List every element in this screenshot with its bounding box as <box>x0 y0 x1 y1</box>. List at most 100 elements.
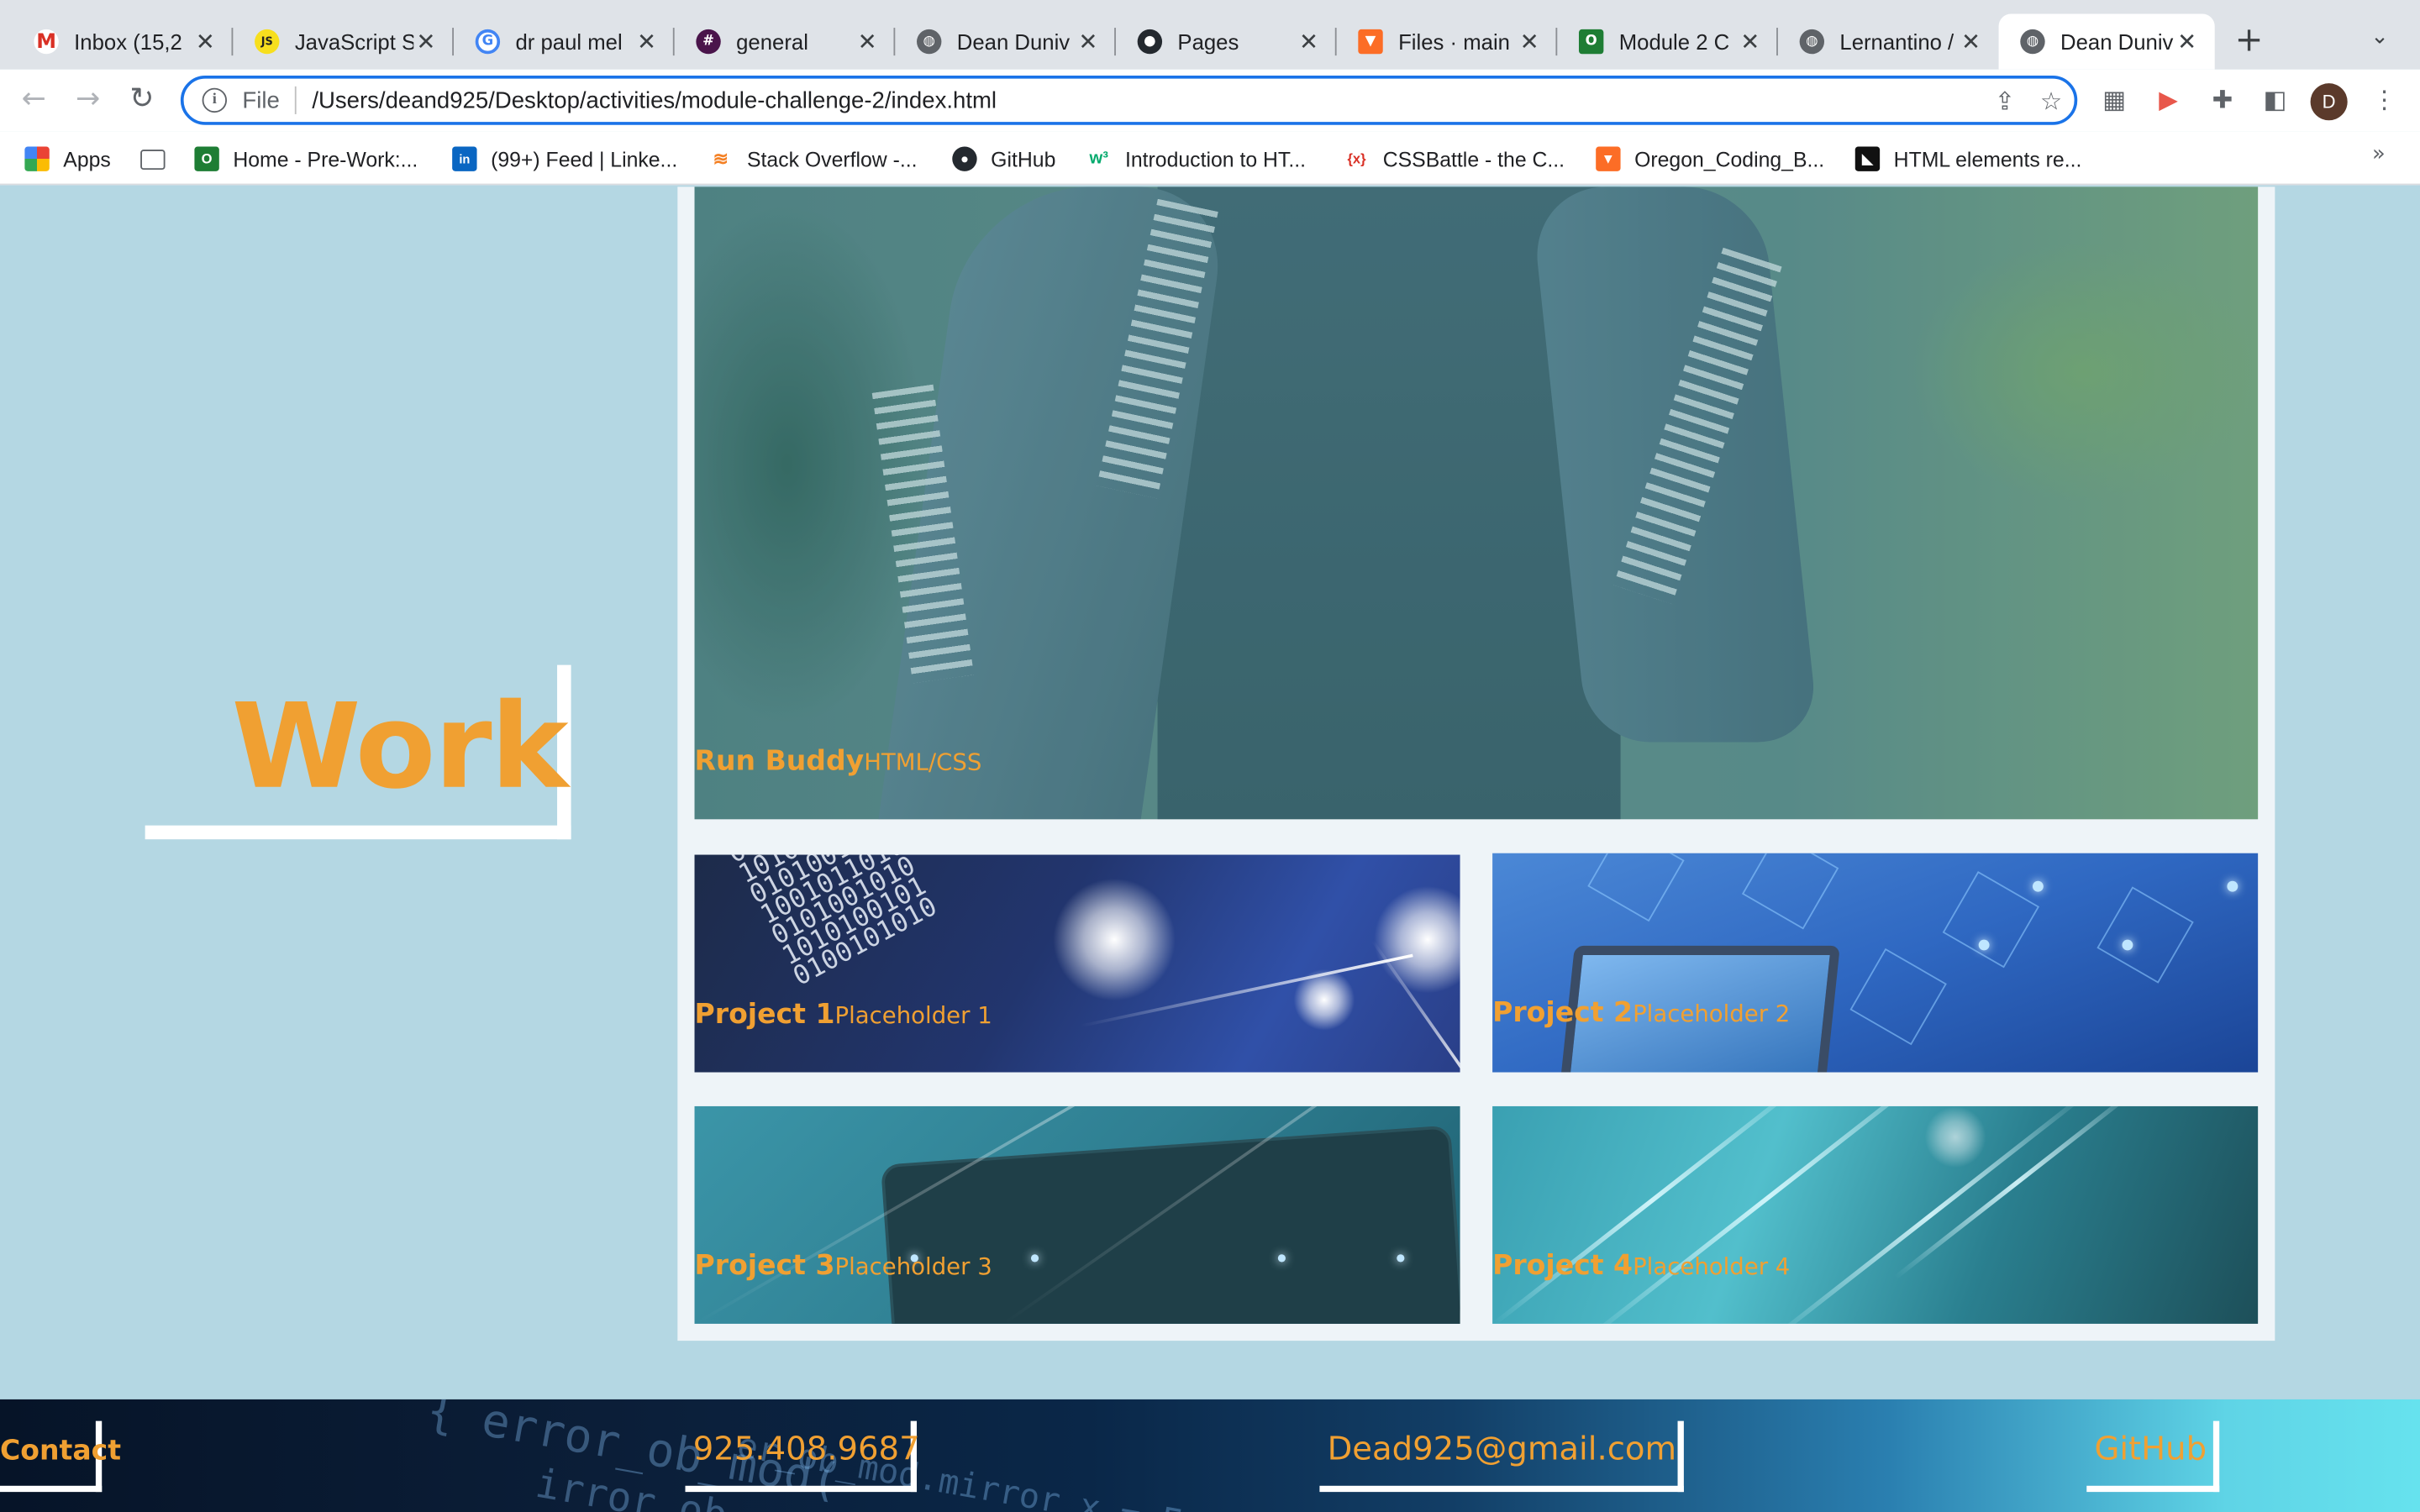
hex-graphic <box>1587 853 1685 922</box>
tab-title: general <box>736 29 808 55</box>
cssbattle-icon: {x} <box>1344 146 1370 171</box>
bookmark-item[interactable]: ▼ Oregon_Coding_B... <box>1596 144 1824 175</box>
address-bar[interactable]: i File /Users/deand925/Desktop/activitie… <box>180 76 2078 125</box>
contact-link[interactable]: Contact <box>0 1420 121 1493</box>
project-caption: Project 1Placeholder 1 <box>695 998 992 1031</box>
project-card[interactable]: Project 2Placeholder 2 <box>1492 853 2259 1073</box>
side-panel-icon[interactable]: ◧ <box>2260 85 2291 116</box>
browser-tab[interactable]: ◍ Lernantino / ✕ <box>1778 14 1999 70</box>
close-tab-icon[interactable]: ✕ <box>1518 28 1542 55</box>
close-tab-icon[interactable]: ✕ <box>193 28 218 55</box>
hex-graphic <box>1741 853 1839 930</box>
project-caption: Run BuddyHTML/CSS <box>695 745 982 778</box>
project-card[interactable]: Project 3Placeholder 3 <box>694 1105 1460 1324</box>
close-tab-icon[interactable]: ✕ <box>2175 28 2199 55</box>
more-menu-icon[interactable]: ⋮ <box>2369 85 2400 116</box>
new-tab-button[interactable]: + <box>2235 22 2264 60</box>
project-caption: Project 2Placeholder 2 <box>1492 997 1790 1030</box>
close-tab-icon[interactable]: ✕ <box>1297 28 1321 55</box>
footer-link-label: Contact <box>0 1435 122 1467</box>
tab-search-chevron-icon[interactable]: ⌄ <box>2370 24 2389 49</box>
browser-tab[interactable]: # general ✕ <box>675 14 896 70</box>
browser-tab[interactable]: ◍ Dean Duniv ✕ <box>895 14 1116 70</box>
footer-link-label: Dead925@gmail.com <box>1327 1430 1677 1467</box>
stackoverflow-icon: ≋ <box>708 146 734 171</box>
bookmark-item[interactable]: ● GitHub <box>952 144 1055 175</box>
network-node <box>1978 939 1990 951</box>
bookmarks-bar: Apps O Home - Pre-Work:... in (99+) Feed… <box>0 131 2420 186</box>
light-glow <box>1924 1105 1986 1168</box>
bookmark-star-icon[interactable]: ☆ <box>2028 86 2074 115</box>
project-name: Project 2 <box>1492 996 1634 1030</box>
close-tab-icon[interactable]: ✕ <box>1076 28 1100 55</box>
browser-tab[interactable]: JS JavaScript S ✕ <box>233 14 455 70</box>
close-tab-icon[interactable]: ✕ <box>1738 28 1762 55</box>
close-tab-icon[interactable]: ✕ <box>413 28 438 55</box>
section-title: Work <box>231 677 569 815</box>
project-name: Project 3 <box>694 1249 835 1283</box>
bookmark-item[interactable]: {x} CSSBattle - the C... <box>1344 144 1565 175</box>
phone-link[interactable]: 925.408.9687 <box>685 1420 920 1493</box>
reload-icon[interactable]: ↻ <box>129 81 154 115</box>
bookmark-label: Home - Pre-Work:... <box>233 147 418 171</box>
email-link[interactable]: Dead925@gmail.com <box>1319 1420 1684 1493</box>
bookmarks-overflow-button[interactable]: » <box>2372 142 2386 166</box>
bookmark-label: Stack Overflow -... <box>746 147 918 171</box>
github-link[interactable]: GitHub <box>2086 1420 2220 1493</box>
browser-tab[interactable]: O Module 2 C ✕ <box>1557 14 1778 70</box>
mdn-icon: ◣ <box>1854 146 1881 171</box>
profile-avatar[interactable]: D <box>2310 83 2348 121</box>
module-icon: O <box>194 146 219 171</box>
video-extension-icon[interactable]: ▶ <box>2153 85 2184 116</box>
project-caption: Project 3Placeholder 3 <box>695 1250 992 1283</box>
hex-graphic <box>1942 870 2040 969</box>
tab-title: JavaScript S <box>294 29 414 55</box>
bookmark-item[interactable]: O Home - Pre-Work:... <box>194 144 418 175</box>
browser-tab[interactable]: ▼ Files · main ✕ <box>1337 14 1558 70</box>
w3-icon: w³ <box>1086 146 1112 171</box>
bookmark-item[interactable]: ≋ Stack Overflow -... <box>708 144 918 175</box>
calendar-extension-icon[interactable]: ▦ <box>2099 85 2130 116</box>
bookmark-item[interactable]: w³ Introduction to HT... <box>1086 144 1306 175</box>
scheme-label: File <box>242 87 280 114</box>
extensions-puzzle-icon[interactable]: ✚ <box>2207 85 2238 116</box>
browser-tab[interactable]: G dr paul mel ✕ <box>454 14 675 70</box>
footer-link-label: GitHub <box>2094 1430 2207 1467</box>
forward-arrow-icon[interactable]: → <box>76 81 100 115</box>
close-tab-icon[interactable]: ✕ <box>855 28 880 55</box>
bookmark-label: (99+) Feed | Linke... <box>491 147 678 171</box>
site-info-icon[interactable]: i <box>202 87 228 113</box>
bookmark-label: Introduction to HT... <box>1124 147 1306 171</box>
network-node <box>1030 1254 1039 1263</box>
close-tab-icon[interactable]: ✕ <box>634 28 659 55</box>
footer-link-label: 925.408.9687 <box>692 1430 920 1467</box>
bookmark-folder[interactable] <box>140 144 179 175</box>
project-card[interactable]: Project 4Placeholder 4 <box>1492 1105 2259 1324</box>
gitlab-icon: ▼ <box>1596 146 1621 171</box>
bookmark-apps[interactable]: Apps <box>24 144 111 175</box>
back-arrow-icon[interactable]: ← <box>22 81 46 115</box>
globe-icon: ◍ <box>2020 29 2045 55</box>
network-node <box>2122 939 2133 951</box>
project-subtitle: Placeholder 2 <box>1633 1000 1791 1028</box>
browser-tab[interactable]: M Inbox (15,2 ✕ <box>13 14 234 70</box>
browser-tab-active[interactable]: ◍ Dean Duniv ✕ <box>1998 13 2215 70</box>
project-name: Project 1 <box>694 998 835 1031</box>
share-icon[interactable]: ⇪ <box>1981 86 2028 115</box>
browser-tab[interactable]: ● Pages ✕ <box>1116 14 1337 70</box>
url-text[interactable]: /Users/deand925/Desktop/activities/modul… <box>312 87 1981 113</box>
bookmark-item[interactable]: ◣ HTML elements re... <box>1854 144 2081 175</box>
slack-icon: # <box>696 29 721 55</box>
javascript-icon: JS <box>255 29 280 55</box>
device-graphic <box>880 1125 1460 1324</box>
tab-title: Inbox (15,2 <box>74 29 182 55</box>
google-icon: G <box>475 29 501 55</box>
project-card[interactable]: 0101010010 1010100110 01010010101 100101… <box>694 854 1460 1073</box>
browser-toolbar: ← → ↻ i File /Users/deand925/Desktop/act… <box>0 69 2420 132</box>
contact-footer: { error_ob_mod( er_ob_mod.mirror_x = F i… <box>0 1399 2420 1512</box>
network-node <box>2227 880 2238 892</box>
binary-graphic: 0101010010 1010100110 01010010101 100101… <box>723 854 943 993</box>
featured-project-card[interactable]: Run BuddyHTML/CSS <box>694 186 2259 820</box>
close-tab-icon[interactable]: ✕ <box>1959 28 1983 55</box>
bookmark-item[interactable]: in (99+) Feed | Linke... <box>452 144 677 175</box>
